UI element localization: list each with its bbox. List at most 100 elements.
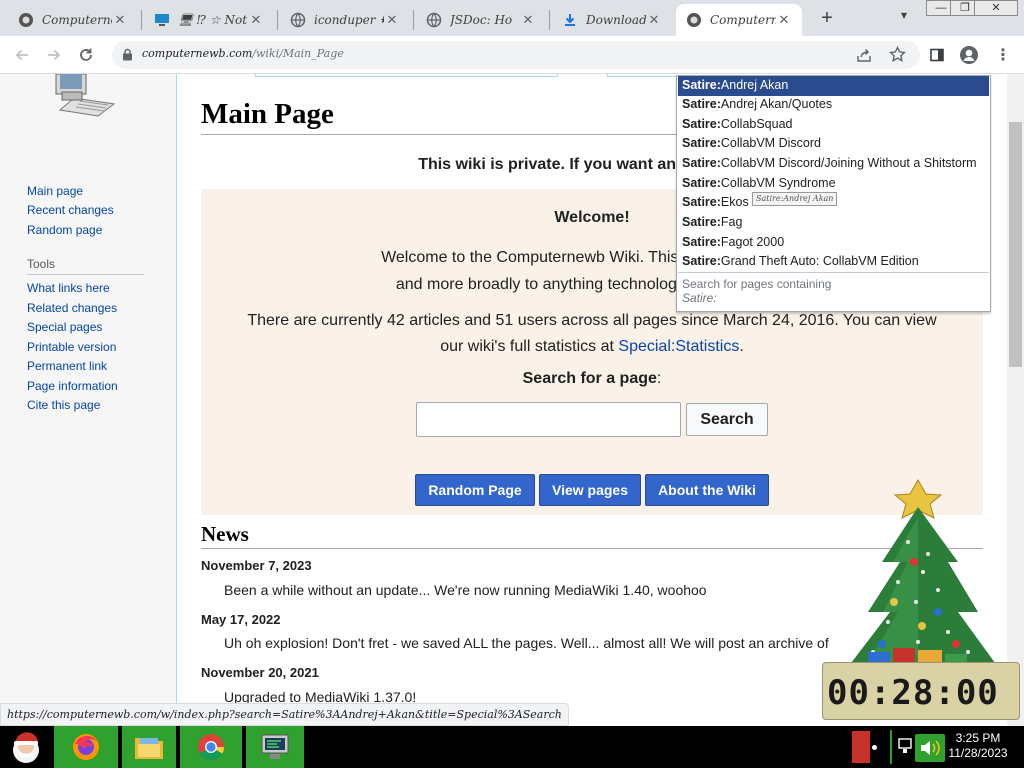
news-date: May 17, 2022 [201,612,281,627]
suggestion-item[interactable]: Satire:CollabVM Discord [678,134,989,154]
browser-tab[interactable]: Downloads ✕ [552,4,672,36]
computernewb-icon [18,12,34,28]
tab-separator [277,10,278,30]
sidebar-item-recent-changes[interactable]: Recent changes [27,203,114,217]
chrome-icon [198,734,225,761]
taskbar: 3:25 PM 11/28/2023 [0,726,1024,768]
tray-dot-icon [872,745,877,750]
santa-start-icon [13,732,39,763]
countdown-clock-widget[interactable]: 00:28:00 [822,662,1020,720]
network-icon[interactable] [898,738,912,754]
news-date: November 7, 2023 [201,558,312,573]
taskbar-file-explorer[interactable] [122,726,176,768]
suggestion-item[interactable]: Satire:Andrej Akan [678,76,989,96]
folder-icon [135,738,163,759]
taskbar-chrome[interactable] [180,726,242,768]
reload-icon[interactable] [73,42,99,68]
sidebar-item-main-page[interactable]: Main page [27,184,83,198]
sidebar-item-page-information[interactable]: Page information [27,379,118,393]
sidebar-item-permanent-link[interactable]: Permanent link [27,359,107,373]
close-icon[interactable]: ✕ [520,13,536,28]
suggestion-item[interactable]: Satire:Fag [678,213,989,233]
search-containing-option[interactable]: Search for pages containing Satire: [678,272,989,311]
tray-date: 11/28/2023 [948,746,1008,760]
search-button[interactable]: Search [686,403,768,436]
sidebar-item-cite-this-page[interactable]: Cite this page [27,398,100,412]
back-icon[interactable] [9,42,35,68]
scrollbar-thumb[interactable] [1009,122,1022,367]
address-bar[interactable]: computernewb.com/wiki/Main_Page [112,41,920,69]
sidebar-item-random-page[interactable]: Random page [27,223,102,237]
search-suggestions: Satire:Andrej Akan Satire:Andrej Akan/Qu… [676,75,991,312]
about-wiki-button[interactable]: About the Wiki [645,474,769,506]
sidebar-item-special-pages[interactable]: Special pages [27,320,102,334]
tray-clock[interactable]: 3:25 PM 11/28/2023 [946,731,1010,761]
browser-tab-title: Downloads [586,13,646,27]
browser-tab[interactable]: 🖥 ⁉ ☆ Not ✕ [144,4,274,36]
browser-toolbar: computernewb.com/wiki/Main_Page ⋮ [0,36,1024,74]
lock-icon[interactable] [122,48,133,64]
browser-tab-title: Computernewb [710,13,776,27]
wiki-logo[interactable] [52,74,124,123]
monitor-icon [154,12,170,28]
bookmark-star-icon[interactable] [889,45,906,66]
computernewb-icon [686,12,702,28]
share-icon[interactable] [856,47,872,66]
close-icon[interactable]: ✕ [384,13,400,28]
countdown-digits: 00:28:00 [827,673,999,713]
view-pages-button[interactable]: View pages [539,474,641,506]
news-date: November 20, 2021 [201,665,319,680]
close-icon[interactable]: ✕ [248,13,264,28]
firefox-icon [73,734,99,760]
page-title: Main Page [201,98,334,130]
globe-icon [290,12,306,28]
forward-icon[interactable] [41,42,67,68]
new-tab-button[interactable]: + [814,7,840,29]
view-tabs [607,74,677,77]
news-text: Been a while without an update... We're … [224,582,707,598]
url-text: computernewb.com/wiki/Main_Page [142,47,344,60]
taskbar-monitor-app[interactable] [246,726,304,768]
search-containing-query: Satire: [682,291,717,305]
profile-avatar-icon[interactable] [956,42,982,68]
sidebar-item-printable-version[interactable]: Printable version [27,340,116,354]
tab-search-icon[interactable]: ▾ [894,8,914,28]
sidebar-item-what-links-here[interactable]: What links here [27,281,110,295]
news-heading: News [201,522,249,546]
suggestion-item[interactable]: Satire:CollabVM Discord/Joining Without … [678,154,989,174]
browser-menu-icon[interactable]: ⋮ [990,42,1016,68]
search-containing-label: Search for pages containing [682,277,832,291]
statistics-link[interactable]: Special:Statistics [618,338,739,355]
close-icon[interactable]: ✕ [776,13,792,28]
globe-icon [426,12,442,28]
taskbar-firefox[interactable] [54,726,118,768]
side-panel-icon[interactable] [924,42,950,68]
download-icon [562,12,578,28]
monitor-icon [261,734,289,759]
sidebar: Main page Recent changes Random page Too… [0,74,177,726]
suggestion-item[interactable]: Satire:Grand Theft Auto: CollabVM Editio… [678,252,989,272]
browser-tab[interactable]: Computernewb ✕ [8,4,138,36]
search-input[interactable] [416,402,681,437]
close-icon[interactable]: ✕ [112,13,128,28]
browser-tab-active[interactable]: Computernewb ✕ [676,4,802,36]
suggestion-item[interactable]: Satire:CollabVM Syndrome [678,174,989,194]
random-page-button[interactable]: Random Page [415,474,535,506]
browser-tab-title: JSDoc: Ho [450,13,513,27]
close-icon[interactable]: ✕ [646,13,662,28]
show-desktop-strip[interactable] [852,731,870,763]
suggestion-item[interactable]: Satire:CollabSquad [678,115,989,135]
sidebar-item-related-changes[interactable]: Related changes [27,301,117,315]
tray-time: 3:25 PM [955,731,1001,745]
tab-separator [141,10,142,30]
window-close-button[interactable]: ✕ [974,0,1018,16]
suggestion-item[interactable]: Satire:Fagot 2000 [678,233,989,253]
sidebar-tools-heading: Tools [27,257,56,271]
start-button[interactable] [0,726,52,768]
suggestion-item[interactable]: Satire:Andrej Akan/Quotes [678,95,989,115]
browser-tab-title: iconduper ✸ ‹ [314,13,384,27]
browser-tab[interactable]: JSDoc: Ho ✕ [416,4,546,36]
volume-icon[interactable] [915,734,945,762]
stats-text-line2: our wiki's full statistics at Special:St… [440,338,744,355]
browser-tab[interactable]: iconduper ✸ ‹ ✕ [280,4,410,36]
